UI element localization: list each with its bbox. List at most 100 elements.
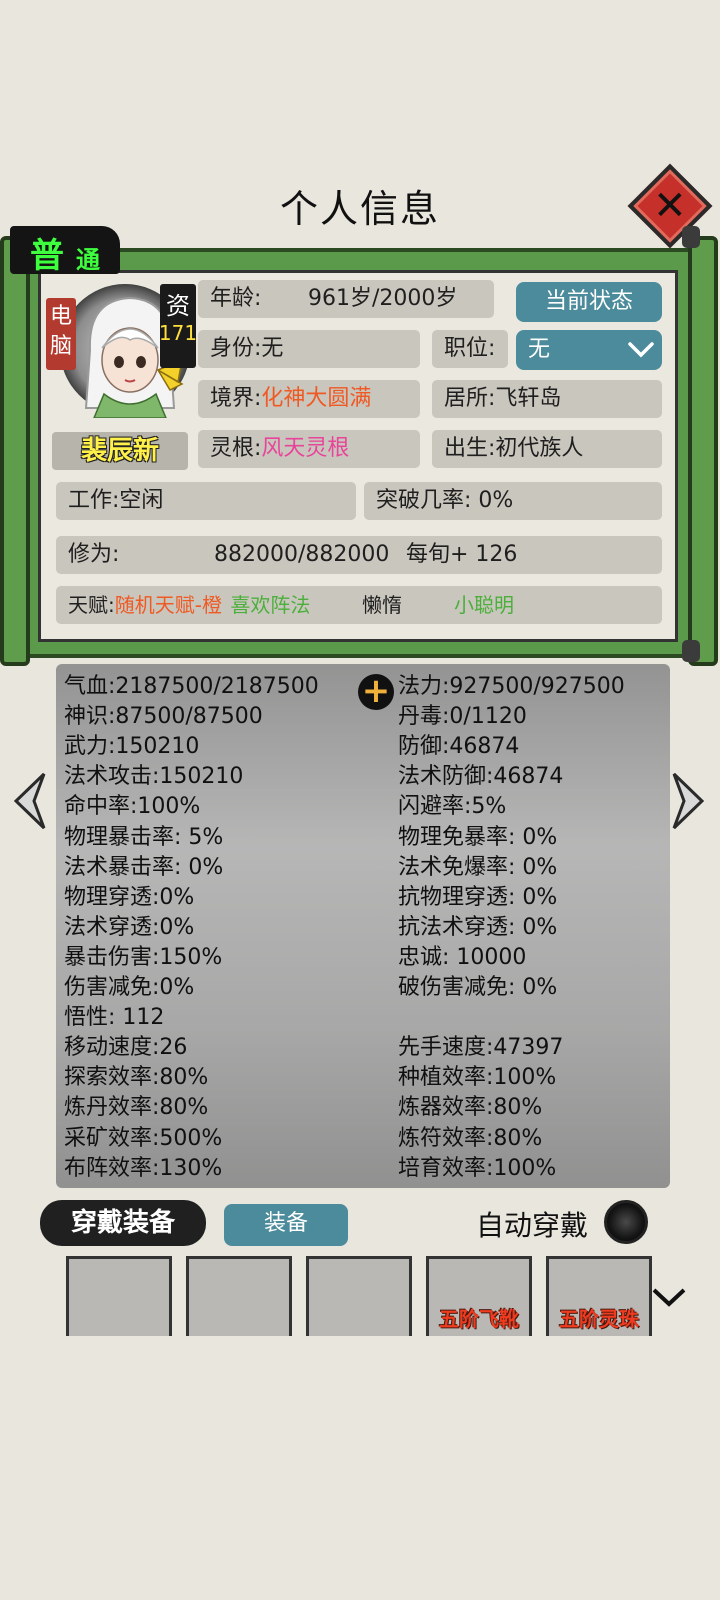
npc-tag: 电脑 bbox=[46, 298, 76, 370]
breakthrough-label: 突破几率: bbox=[376, 488, 472, 513]
stat-left-0: 气血:2187500/2187500 bbox=[64, 674, 319, 699]
birth-value: 初代族人 bbox=[495, 436, 584, 461]
identity-field: 身份:无 bbox=[198, 330, 420, 368]
work-field: 工作:空闲 bbox=[56, 482, 356, 520]
stat-left-9: 暴击伤害:150% bbox=[64, 944, 223, 970]
add-hp-button[interactable]: + bbox=[358, 674, 394, 710]
current-status-button[interactable]: 当前状态 bbox=[516, 282, 662, 322]
spirit-root-field: 灵根:风天灵根 bbox=[198, 430, 420, 468]
stat-right-7: 抗物理穿透: 0% bbox=[398, 884, 558, 910]
cultivation-field: 修为: 882000/882000 每旬+ 126 bbox=[56, 536, 662, 574]
stat-right-9: 忠诚: 10000 bbox=[398, 944, 527, 970]
equipment-slot-label: 五阶灵珠 bbox=[559, 1307, 639, 1331]
talent-field: 天赋:随机天赋-橙 喜欢阵法 懒惰 小聪明 bbox=[56, 586, 662, 624]
cultivation-value: 882000/882000 bbox=[214, 542, 390, 567]
stat-right-8: 抗法术穿透: 0% bbox=[398, 914, 558, 940]
work-label: 工作: bbox=[68, 488, 120, 513]
expand-slots-chevron-icon[interactable] bbox=[652, 1286, 686, 1308]
age-field: 年龄: 961岁/2000岁 bbox=[198, 280, 494, 318]
spirit-root-value: 风天灵根 bbox=[261, 436, 350, 461]
aptitude-value: 171 bbox=[158, 321, 198, 345]
realm-field: 境界:化神大圆满 bbox=[198, 380, 420, 418]
residence-label: 居所: bbox=[444, 386, 496, 411]
character-name[interactable]: 裴辰新 bbox=[52, 432, 188, 470]
stat-right-15: 炼符效率:80% bbox=[398, 1125, 543, 1151]
stat-left-13: 探索效率:80% bbox=[64, 1065, 209, 1091]
roller-knob-icon bbox=[682, 640, 700, 662]
auto-equip-label: 自动穿戴 bbox=[476, 1209, 589, 1242]
stat-left-12: 移动速度:26 bbox=[64, 1035, 188, 1061]
residence-field: 居所:飞轩岛 bbox=[432, 380, 662, 418]
previous-character-arrow-icon[interactable] bbox=[10, 770, 50, 832]
cultivation-per-turn: 每旬+ 126 bbox=[406, 542, 518, 567]
plus-icon: + bbox=[361, 670, 391, 711]
equipment-section-label: 穿戴装备 bbox=[40, 1200, 206, 1246]
realm-value: 化神大圆满 bbox=[261, 386, 372, 411]
stat-right-16: 培育效率:100% bbox=[398, 1155, 557, 1181]
equipment-slot-2[interactable] bbox=[186, 1256, 292, 1336]
cultivation-label: 修为: bbox=[68, 542, 120, 567]
breakthrough-field: 突破几率: 0% bbox=[364, 482, 662, 520]
page-title: 个人信息 bbox=[279, 187, 440, 231]
stat-right-0: 法力:927500/927500 bbox=[398, 674, 625, 699]
rank-char-1: 普 bbox=[30, 236, 64, 276]
stat-right-2: 防御:46874 bbox=[398, 734, 520, 760]
equipment-slot-5[interactable]: 五阶灵珠 bbox=[546, 1256, 652, 1336]
stat-left-5: 物理暴击率: 5% bbox=[64, 824, 224, 850]
position-value: 无 bbox=[528, 337, 551, 362]
spirit-root-label: 灵根: bbox=[210, 436, 262, 461]
stat-left-15: 采矿效率:500% bbox=[64, 1125, 223, 1151]
talent-4: 小聪明 bbox=[454, 593, 514, 617]
next-character-arrow-icon[interactable] bbox=[668, 770, 708, 832]
stat-right-4: 闪避率:5% bbox=[398, 794, 507, 820]
birth-label: 出生: bbox=[444, 436, 496, 461]
stat-right-12: 先手速度:47397 bbox=[398, 1035, 564, 1061]
stat-left-11: 悟性: 112 bbox=[64, 1005, 165, 1031]
age-label: 年龄: bbox=[210, 286, 262, 311]
stat-right-1: 丹毒:0/1120 bbox=[398, 704, 527, 730]
stat-left-2: 武力:150210 bbox=[64, 734, 200, 760]
close-icon: ✕ bbox=[653, 182, 687, 229]
rank-badge: 普 通 bbox=[10, 226, 120, 276]
equipment-slot-label: 五阶飞靴 bbox=[439, 1307, 519, 1331]
position-label: 职位: bbox=[432, 330, 508, 368]
aptitude-label: 资 bbox=[166, 292, 190, 320]
equipment-slot-3[interactable] bbox=[306, 1256, 412, 1336]
age-value: 961岁/2000岁 bbox=[308, 286, 458, 311]
identity-value: 无 bbox=[261, 336, 284, 361]
residence-value: 飞轩岛 bbox=[495, 386, 562, 411]
position-select[interactable]: 无 bbox=[516, 330, 662, 370]
stat-left-3: 法术攻击:150210 bbox=[64, 764, 244, 790]
aptitude-tag: 资 171 bbox=[159, 284, 197, 368]
talent-label: 天赋: bbox=[68, 593, 115, 617]
stat-right-14: 炼器效率:80% bbox=[398, 1095, 543, 1121]
talent-1: 随机天赋-橙 bbox=[114, 593, 222, 617]
stat-left-4: 命中率:100% bbox=[64, 794, 201, 820]
stat-right-5: 物理免暴率: 0% bbox=[398, 824, 558, 850]
birth-field: 出生:初代族人 bbox=[432, 430, 662, 468]
stat-right-10: 破伤害减免: 0% bbox=[398, 975, 558, 1000]
scroll-roller-left bbox=[0, 236, 30, 666]
realm-label: 境界: bbox=[210, 386, 262, 411]
avatar[interactable]: 电脑 资 171 bbox=[46, 284, 197, 422]
equipment-slot-1[interactable] bbox=[66, 1256, 172, 1336]
chevron-down-icon bbox=[628, 342, 654, 358]
equipment-slot-4[interactable]: 五阶飞靴 bbox=[426, 1256, 532, 1336]
stat-left-16: 布阵效率:130% bbox=[64, 1155, 223, 1181]
auto-equip-toggle[interactable] bbox=[604, 1200, 648, 1244]
stat-right-13: 种植效率:100% bbox=[398, 1065, 557, 1091]
rank-char-2: 通 bbox=[76, 246, 100, 274]
stat-left-1: 神识:87500/87500 bbox=[64, 704, 263, 730]
talent-2: 喜欢阵法 bbox=[230, 593, 311, 617]
talent-3: 懒惰 bbox=[362, 593, 402, 617]
roller-knob-icon bbox=[682, 226, 700, 248]
stat-right-6: 法术免爆率: 0% bbox=[398, 854, 558, 880]
stat-left-7: 物理穿透:0% bbox=[64, 884, 195, 910]
work-value: 空闲 bbox=[119, 488, 164, 513]
identity-label: 身份: bbox=[210, 336, 262, 361]
breakthrough-value: 0% bbox=[478, 488, 514, 513]
stat-left-10: 伤害减免:0% bbox=[64, 975, 195, 1000]
stat-left-6: 法术暴击率: 0% bbox=[64, 854, 224, 880]
scroll-roller-right bbox=[688, 236, 718, 666]
equip-button[interactable]: 装备 bbox=[224, 1204, 348, 1246]
